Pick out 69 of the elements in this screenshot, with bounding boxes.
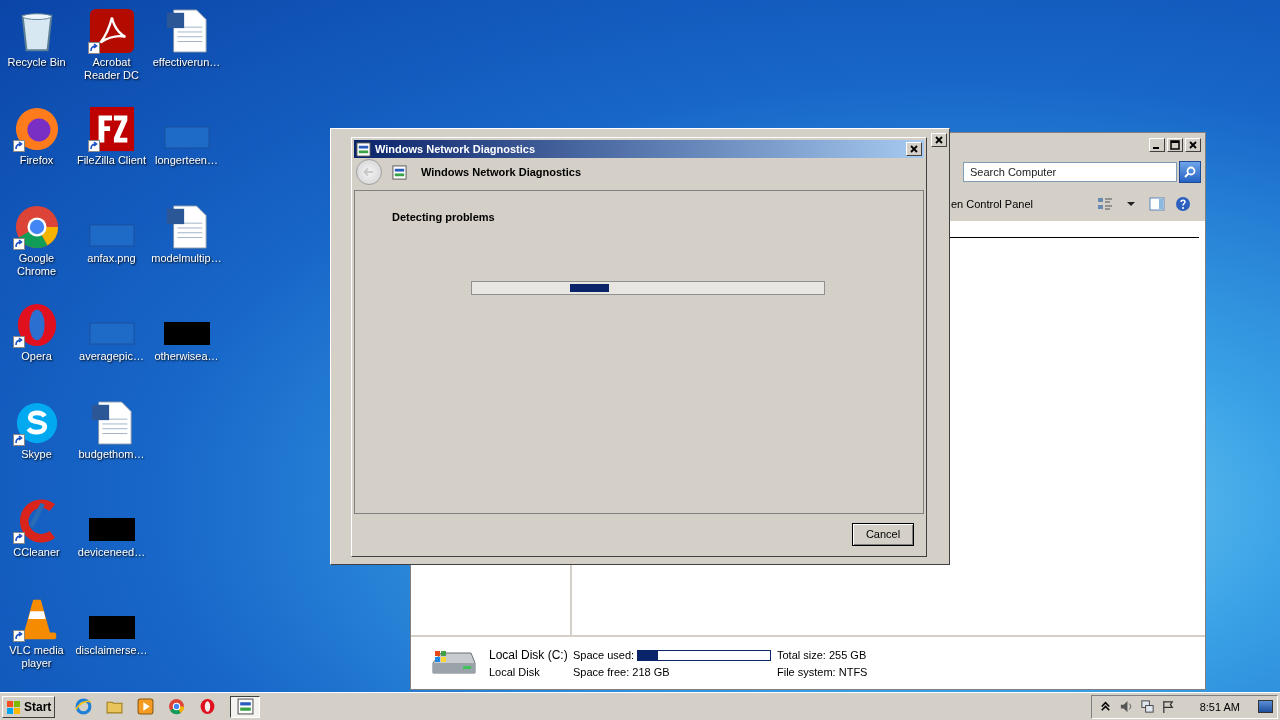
close-button[interactable]	[1185, 138, 1201, 152]
dialog-heading: Windows Network Diagnostics	[421, 166, 582, 178]
network-icon[interactable]	[1139, 699, 1155, 714]
desktop-icon-label[interactable]: Recycle Bin	[0, 56, 74, 69]
desktop-icon-label[interactable]: Opera	[0, 350, 74, 363]
desktop-icon-label[interactable]: budgethom…	[74, 448, 149, 461]
desktop-icon-label[interactable]: Acrobat Reader DC	[74, 56, 149, 82]
close-icon	[1188, 140, 1198, 150]
search-button[interactable]	[1179, 161, 1201, 183]
desktop-icon-label[interactable]: Skype	[0, 448, 74, 461]
desktop-icon-label[interactable]: Google Chrome	[0, 252, 74, 278]
image-thumbnail-icon[interactable]	[88, 615, 135, 639]
image-thumbnail-icon[interactable]	[88, 321, 135, 345]
close-button[interactable]	[931, 133, 947, 147]
drive-type: Local Disk	[489, 666, 541, 678]
minimize-button[interactable]	[1149, 138, 1165, 152]
cancel-button[interactable]: Cancel	[852, 522, 914, 546]
desktop-icon-label[interactable]: deviceneed…	[74, 546, 149, 559]
drive-name: Local Disk (C:)	[489, 648, 569, 662]
speaker-icon[interactable]	[1118, 699, 1134, 714]
desktop-icon-label[interactable]: Firefox	[0, 154, 74, 167]
network-diagnostics-icon	[392, 164, 407, 180]
fox-globe-icon[interactable]	[13, 106, 60, 152]
image-thumbnail-icon[interactable]	[163, 125, 210, 149]
chrome-ball-icon[interactable]	[168, 698, 186, 715]
search-field[interactable]: Search Computer	[963, 162, 1177, 182]
desktop-icon-label[interactable]: VLC media player	[0, 644, 74, 670]
ftp-client-icon[interactable]	[88, 106, 135, 152]
image-thumbnail-icon[interactable]	[163, 321, 210, 345]
file-system-text: File system: NTFS	[777, 666, 869, 678]
pdf-reader-icon[interactable]	[88, 8, 135, 54]
desktop-icon-label[interactable]: otherwisea…	[149, 350, 224, 363]
clock[interactable]: 8:51 AM	[1199, 700, 1240, 713]
desktop-icon-label[interactable]: averagepic…	[74, 350, 149, 363]
close-button[interactable]	[906, 142, 922, 156]
space-free-text: Space free: 218 GB	[573, 666, 671, 678]
desktop-icon-label[interactable]: CCleaner	[0, 546, 74, 559]
total-size-text: Total size: 255 GB	[777, 649, 868, 661]
space-used-label: Space used:	[573, 649, 636, 661]
network-diagnostics-icon	[356, 141, 371, 157]
desktop-icon-label[interactable]: FileZilla Client	[74, 154, 149, 167]
play-icon[interactable]	[137, 698, 155, 715]
minimize-icon	[1153, 147, 1159, 149]
ring-icon[interactable]	[199, 698, 217, 715]
help-icon[interactable]	[1175, 196, 1191, 212]
desktop-icon-label[interactable]: disclaimerse…	[74, 644, 149, 657]
flag-icon[interactable]	[1160, 699, 1176, 714]
network-diagnostics-icon	[236, 698, 254, 715]
windows-logo-icon	[6, 698, 22, 715]
maximize-icon	[1170, 140, 1180, 150]
chrome-ball-icon[interactable]	[13, 204, 60, 250]
image-thumbnail-icon[interactable]	[88, 223, 135, 247]
open-control-panel-button[interactable]: en Control Panel	[951, 198, 1033, 210]
back-arrow-icon	[362, 165, 376, 179]
browser-e-icon[interactable]	[75, 698, 93, 715]
start-button[interactable]: Start	[2, 695, 56, 718]
show-desktop-button[interactable]	[1258, 700, 1273, 713]
network-diagnostics-task[interactable]	[230, 695, 261, 718]
image-thumbnail-icon[interactable]	[88, 517, 135, 541]
close-icon	[934, 135, 944, 145]
search-icon	[1183, 165, 1197, 179]
desktop-icon-label[interactable]: longerteen…	[149, 154, 224, 167]
status-text: Detecting problems	[392, 211, 496, 223]
desktop-icon-label[interactable]: effectiverun…	[149, 56, 224, 69]
window-title: Windows Network Diagnostics	[375, 143, 536, 155]
close-icon	[909, 144, 919, 154]
desktop-icon-label[interactable]: modelmultip…	[149, 252, 224, 265]
desktop-icon-label[interactable]: anfax.png	[74, 252, 149, 265]
maximize-button[interactable]	[1167, 138, 1183, 152]
